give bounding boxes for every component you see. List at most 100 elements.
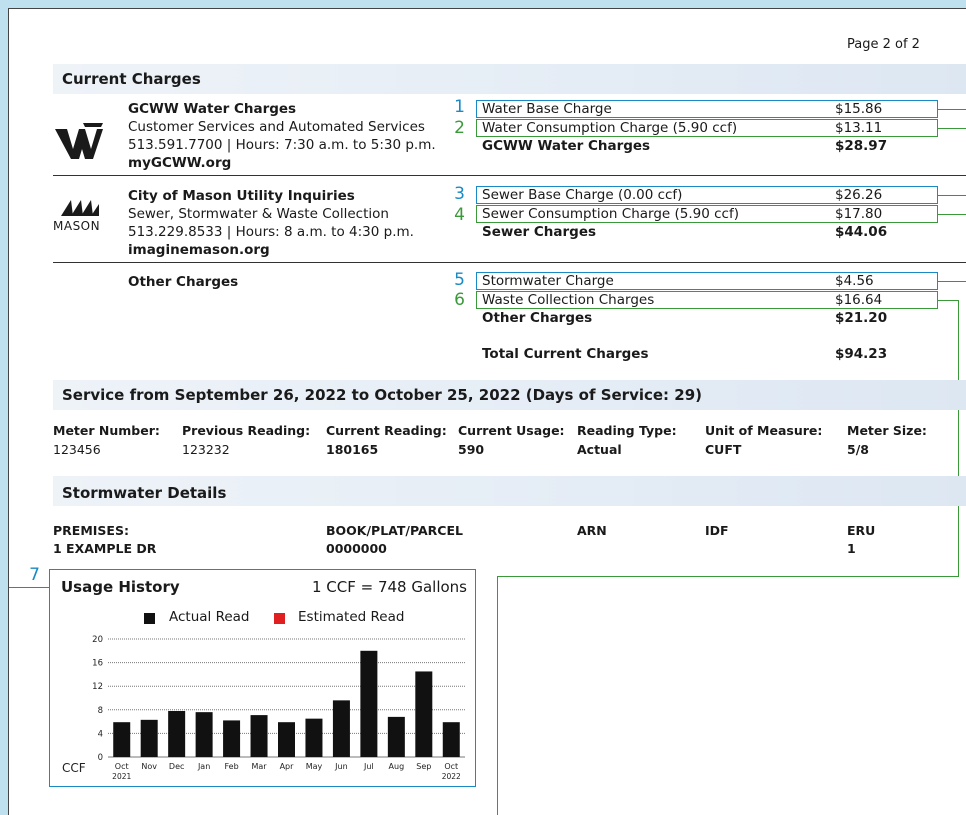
y-tick-label: 0 [98,753,103,763]
y-tick-label: 16 [92,659,103,669]
year-label: 2021 [112,772,131,781]
y-tick-label: 12 [92,682,103,692]
callout-marker-5: 5 [454,270,465,290]
current-usage-value: 590 [458,442,485,457]
current-reading-value: 180165 [326,442,379,457]
usage-history-chart: 0 4 8 12 16 20 Oct Nov Dec Jan Feb Mar Apr May Jun Jul A… [62,635,465,781]
subtotal-label: GCWW Water Charges [482,138,651,154]
callout-connector-6 [497,576,498,815]
x-tick-label: Mar [251,762,267,771]
usage-history-panel: Usage History 1 CCF = 748 Gallons Actual… [49,569,476,787]
charge-label: Sewer Base Charge (0.00 ccf) [482,187,683,203]
usage-bar [387,716,405,757]
subtotal-amount: $21.20 [835,310,888,326]
charge-label: Waste Collection Charges [482,292,655,308]
mason-provider-website[interactable]: imaginemason.org [128,242,270,258]
mason-logo-icon [61,200,99,216]
unit-of-measure-value: CUFT [705,442,742,457]
eru-value: 1 [847,541,856,556]
usage-bar [360,650,378,757]
other-charges-heading: Other Charges [128,274,239,290]
gcww-logo-icon [55,123,103,159]
premises-value: 1 EXAMPLE DR [53,541,157,556]
divider [53,262,966,263]
gcww-provider-website[interactable]: myGCWW.org [128,155,231,171]
charge-label: Stormwater Charge [482,273,614,289]
charge-label: Sewer Consumption Charge (5.90 ccf) [482,206,739,222]
meter-column-header: Current Reading: [326,423,447,438]
callout-leader-5 [938,281,966,282]
gcww-provider-services: Customer Services and Automated Services [128,119,425,135]
usage-bar [250,715,268,757]
stormwater-column-header: IDF [705,523,729,538]
usage-bar [140,719,158,757]
callout-leader-2 [938,128,966,129]
x-tick-label: Jan [197,762,210,771]
callout-leader-4 [938,214,966,215]
mason-provider-services: Sewer, Stormwater & Waste Collection [128,206,389,222]
callout-marker-6: 6 [454,290,465,310]
x-tick-label: Nov [141,762,157,771]
x-tick-label: Feb [224,762,238,771]
charge-label: Water Base Charge [482,101,612,117]
total-label: Total Current Charges [482,346,649,362]
gcww-provider-name: GCWW Water Charges [128,101,297,117]
meter-column-header: Meter Size: [847,423,927,438]
stormwater-column-header: PREMISES: [53,523,129,538]
charge-amount: $13.11 [835,120,883,136]
usage-bar [415,671,433,757]
x-tick-label: Sep [416,762,431,771]
subtotal-label: Sewer Charges [482,224,597,240]
usage-bar [278,722,295,757]
current-charges-title: Current Charges [62,70,201,88]
usage-bar [195,712,213,757]
subtotal-amount: $44.06 [835,224,888,240]
stormwater-column-header: BOOK/PLAT/PARCEL [326,523,463,538]
callout-marker-2: 2 [454,118,465,138]
y-tick-label: 20 [92,635,103,645]
meter-column-header: Meter Number: [53,423,160,438]
subtotal-amount: $28.97 [835,138,888,154]
callout-marker-4: 4 [454,205,465,225]
x-tick-label: Oct [444,762,458,771]
meter-column-header: Unit of Measure: [705,423,823,438]
usage-bar [223,720,241,757]
usage-bar [332,700,350,757]
callout-leader-6 [938,300,958,301]
x-tick-label: Oct [115,762,129,771]
usage-bar [442,722,460,757]
y-tick-label: 8 [98,706,103,716]
stormwater-column-header: ARN [577,523,607,538]
service-period-title: Service from September 26, 2022 to Octob… [62,386,703,404]
mason-logo-label: MASON [53,219,101,233]
charge-amount: $26.26 [835,187,883,203]
previous-reading-value: 123232 [182,442,230,457]
mason-provider-name: City of Mason Utility Inquiries [128,188,355,204]
callout-marker-3: 3 [454,184,465,204]
meter-number-value: 123456 [53,442,101,457]
meter-column-header: Reading Type: [577,423,677,438]
gcww-provider-phone-hours: 513.591.7700 | Hours: 7:30 a.m. to 5:30 … [128,137,436,153]
charge-amount: $16.64 [835,292,883,308]
y-axis-unit-label: CCF [62,761,86,775]
callout-connector-6 [958,300,959,576]
meter-size-value: 5/8 [847,442,869,457]
stormwater-column-header: ERU [847,523,876,538]
x-tick-label: Dec [169,762,184,771]
callout-marker-1: 1 [454,97,465,117]
meter-column-header: Previous Reading: [182,423,311,438]
x-tick-label: Apr [280,762,295,771]
reading-type-value: Actual [577,442,622,457]
mason-provider-phone-hours: 513.229.8533 | Hours: 8 a.m. to 4:30 p.m… [128,224,414,240]
y-tick-label: 4 [98,729,103,739]
stormwater-title: Stormwater Details [62,484,227,502]
x-tick-label: Jun [334,762,348,771]
subtotal-label: Other Charges [482,310,593,326]
x-tick-label: Jul [363,762,374,771]
charge-amount: $17.80 [835,206,883,222]
usage-bar [168,710,186,757]
charge-amount: $15.86 [835,101,883,117]
meter-column-header: Current Usage: [458,423,565,438]
year-label: 2022 [442,772,461,781]
divider [53,175,966,176]
